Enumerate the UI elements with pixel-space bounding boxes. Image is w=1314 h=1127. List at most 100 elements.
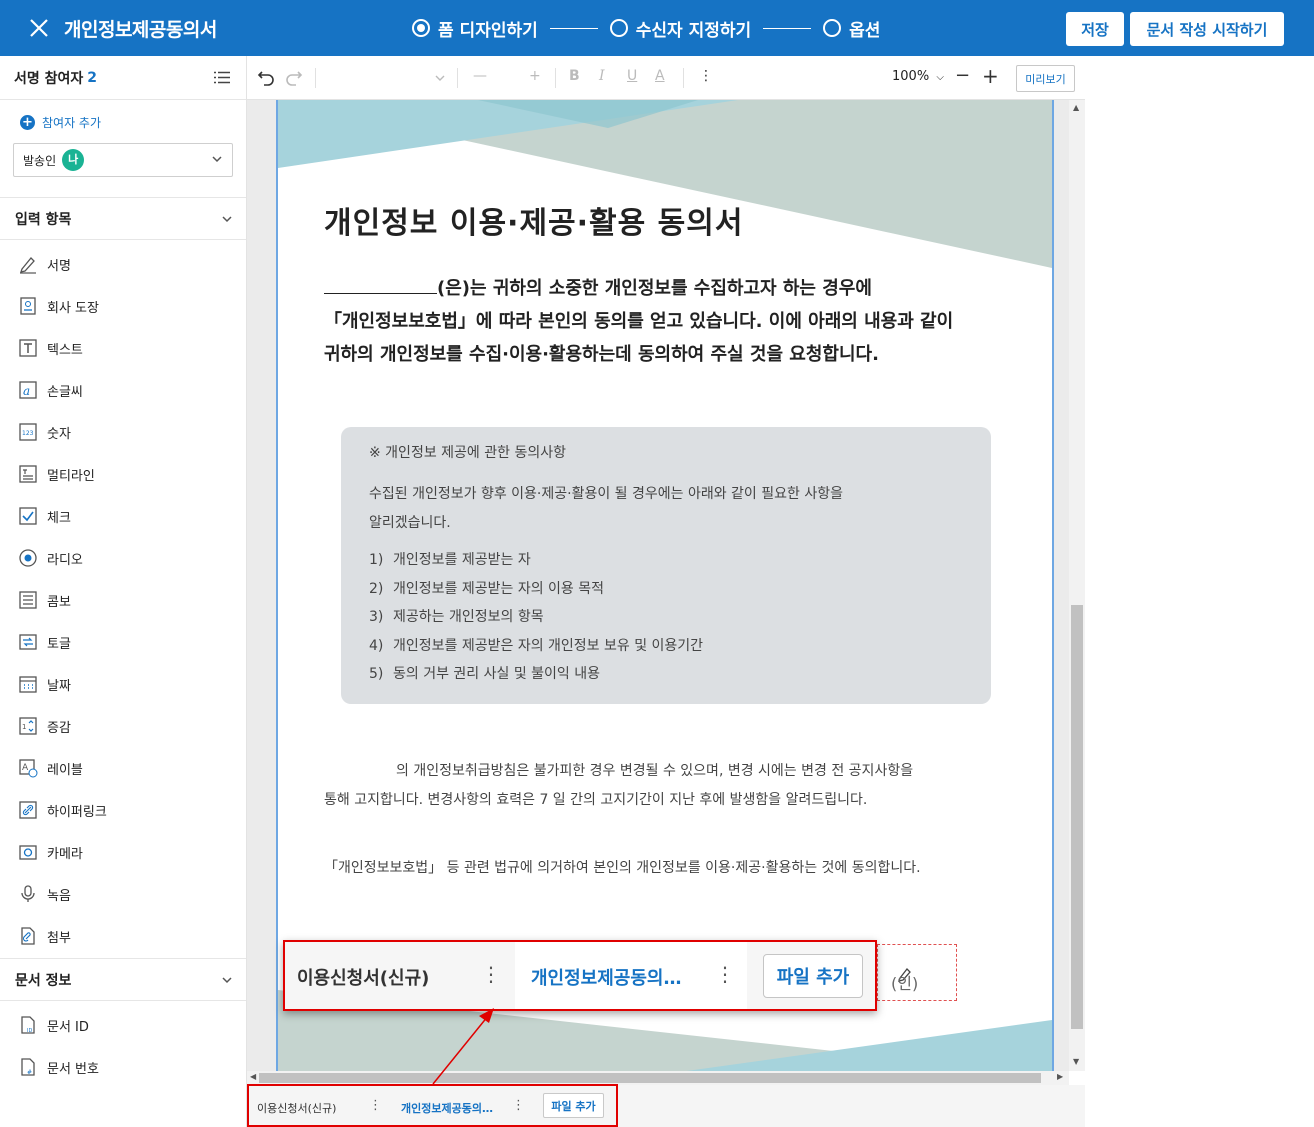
more-options-icon[interactable]: ⋮ xyxy=(512,1098,525,1113)
stamp-icon xyxy=(18,296,38,316)
field-hyperlink[interactable]: 하이퍼링크 xyxy=(18,798,107,822)
section-title: 입력 항목 xyxy=(15,211,72,228)
doc-info-section-header[interactable]: 문서 정보 xyxy=(0,958,246,1001)
field-attachment[interactable]: 첨부 xyxy=(18,924,71,948)
redo-icon[interactable] xyxy=(285,68,303,86)
italic-icon[interactable]: I xyxy=(599,68,605,84)
scroll-up-arrow-icon[interactable]: ▲ xyxy=(1073,103,1079,112)
more-options-icon[interactable]: ⋮ xyxy=(481,962,501,986)
field-doc-id[interactable]: ID 문서 ID xyxy=(18,1013,89,1037)
field-label: 라디오 xyxy=(47,552,83,568)
zoom-in-icon[interactable]: + xyxy=(982,64,999,88)
step-recipients[interactable]: 수신자 지정하기 xyxy=(609,16,751,41)
item-number: 2) xyxy=(369,580,384,597)
text-color-icon[interactable]: A xyxy=(655,68,665,84)
vertical-scrollbar[interactable]: ▲ ▼ xyxy=(1069,100,1085,1071)
doc-tab-application[interactable]: 이용신청서(신규) xyxy=(257,1100,336,1116)
handwriting-icon: a xyxy=(18,380,38,400)
zoom-select[interactable]: 100% ⌵ xyxy=(892,69,944,84)
checkbox-icon xyxy=(18,506,38,526)
scroll-left-arrow-icon[interactable]: ◀ xyxy=(250,1072,256,1081)
field-label: 하이퍼링크 xyxy=(47,804,107,820)
scroll-thumb[interactable] xyxy=(1071,605,1083,1029)
field-combo[interactable]: 콤보 xyxy=(18,588,71,612)
step-form-design[interactable]: 폼 디자인하기 xyxy=(412,16,538,41)
scroll-right-arrow-icon[interactable]: ▶ xyxy=(1057,1072,1063,1081)
doc-tab-consent[interactable]: 개인정보제공동의… xyxy=(531,964,681,990)
field-label: 문서 번호 xyxy=(47,1061,99,1077)
field-check[interactable]: 체크 xyxy=(18,504,71,528)
save-button[interactable]: 저장 xyxy=(1066,12,1124,46)
scroll-thumb[interactable] xyxy=(259,1073,1041,1083)
start-document-button[interactable]: 문서 작성 시작하기 xyxy=(1130,12,1284,46)
field-doc-number[interactable]: # 문서 번호 xyxy=(18,1055,99,1079)
document-page[interactable]: 개인정보 이용·제공·활용 동의서 (은)는 귀하의 소중한 개인정보를 수집하… xyxy=(276,100,1054,1071)
add-participant-button[interactable]: + 참여자 추가 xyxy=(20,114,101,131)
doc-tab-consent[interactable]: 개인정보제공동의… xyxy=(401,1100,493,1116)
input-items-section-header[interactable]: 입력 항목 xyxy=(0,197,246,240)
more-options-icon[interactable]: ⋮ xyxy=(699,68,713,84)
field-text[interactable]: 텍스트 xyxy=(18,336,83,360)
field-multiline[interactable]: 멀티라인 xyxy=(18,462,95,486)
field-label-item[interactable]: A 레이블 xyxy=(18,756,83,780)
label-icon: A xyxy=(18,758,38,778)
field-signature[interactable]: 서명 xyxy=(18,252,71,276)
font-size-increase-icon[interactable]: + xyxy=(529,68,541,84)
more-options-icon[interactable]: ⋮ xyxy=(369,1098,382,1113)
notice-line: 알리겠습니다. xyxy=(369,515,451,531)
field-toggle[interactable]: 토글 xyxy=(18,630,71,654)
calendar-icon xyxy=(18,674,38,694)
field-label: 체크 xyxy=(47,510,71,526)
company-blank-field xyxy=(324,276,437,294)
notice-list-item: 1) 개인정보를 제공받는 자 xyxy=(369,546,963,575)
attachment-icon xyxy=(18,926,38,946)
field-camera[interactable]: 카메라 xyxy=(18,840,83,864)
radio-empty-icon xyxy=(609,19,628,37)
multiline-icon xyxy=(18,464,38,484)
undo-icon[interactable] xyxy=(257,68,275,86)
radio-icon xyxy=(18,548,38,568)
list-icon[interactable] xyxy=(214,71,230,84)
font-dropdown-chevron-icon[interactable] xyxy=(435,74,445,82)
field-stepper[interactable]: 1 증감 xyxy=(18,714,71,738)
field-recording[interactable]: 녹음 xyxy=(18,882,71,906)
bold-icon[interactable]: B xyxy=(569,68,580,84)
chevron-down-icon xyxy=(222,977,232,984)
toolbar-divider xyxy=(457,68,458,88)
section-title: 문서 정보 xyxy=(15,972,72,989)
close-icon[interactable] xyxy=(28,17,50,39)
document-canvas[interactable]: 개인정보 이용·제공·활용 동의서 (은)는 귀하의 소중한 개인정보를 수집하… xyxy=(247,100,1070,1071)
step-label: 옵션 xyxy=(849,20,881,41)
scroll-down-arrow-icon[interactable]: ▼ xyxy=(1073,1057,1079,1066)
add-file-button[interactable]: 파일 추가 xyxy=(543,1093,604,1118)
preview-button[interactable]: 미리보기 xyxy=(1016,65,1075,92)
add-file-button[interactable]: 파일 추가 xyxy=(763,954,863,998)
doc-id-icon: ID xyxy=(18,1015,38,1035)
field-label: 서명 xyxy=(47,258,71,274)
step-options[interactable]: 옵션 xyxy=(823,16,880,41)
field-radio[interactable]: 라디오 xyxy=(18,546,83,570)
field-date[interactable]: 날짜 xyxy=(18,672,71,696)
field-company-stamp[interactable]: 회사 도장 xyxy=(18,294,99,318)
field-number[interactable]: 123 숫자 xyxy=(18,420,71,444)
font-size-decrease-icon[interactable]: — xyxy=(473,68,487,84)
underline-icon[interactable]: U xyxy=(627,68,637,84)
svg-text:1: 1 xyxy=(22,723,26,731)
wizard-steps: 폼 디자인하기 수신자 지정하기 옵션 xyxy=(412,16,880,41)
policy-paragraph: 의 개인정보취급방침은 불가피한 경우 변경될 수 있으며, 변경 시에는 변경… xyxy=(324,757,913,815)
participants-label: 서명 참여자 xyxy=(14,70,84,87)
radio-empty-icon xyxy=(823,19,842,37)
field-handwriting[interactable]: a 손글씨 xyxy=(18,378,83,402)
svg-text:A: A xyxy=(22,763,29,773)
item-number: 4) xyxy=(369,637,384,654)
plus-circle-icon: + xyxy=(20,115,35,130)
item-text: 동의 거부 권리 사실 및 불이익 내용 xyxy=(393,666,601,683)
sender-select[interactable]: 발송인 나 xyxy=(13,143,233,177)
item-text: 개인정보를 제공받는 자의 이용 목적 xyxy=(393,580,604,597)
item-text: 개인정보를 제공받은 자의 개인정보 보유 및 이용기간 xyxy=(393,637,704,654)
horizontal-scrollbar[interactable]: ◀ ▶ xyxy=(247,1071,1069,1085)
zoom-out-icon[interactable]: − xyxy=(955,65,970,86)
more-options-icon[interactable]: ⋮ xyxy=(715,962,735,986)
notice-body: 수집된 개인정보가 향후 이용·제공·활용이 될 경우에는 아래와 같이 필요한… xyxy=(369,480,963,538)
doc-tab-application[interactable]: 이용신청서(신규) xyxy=(297,964,429,990)
